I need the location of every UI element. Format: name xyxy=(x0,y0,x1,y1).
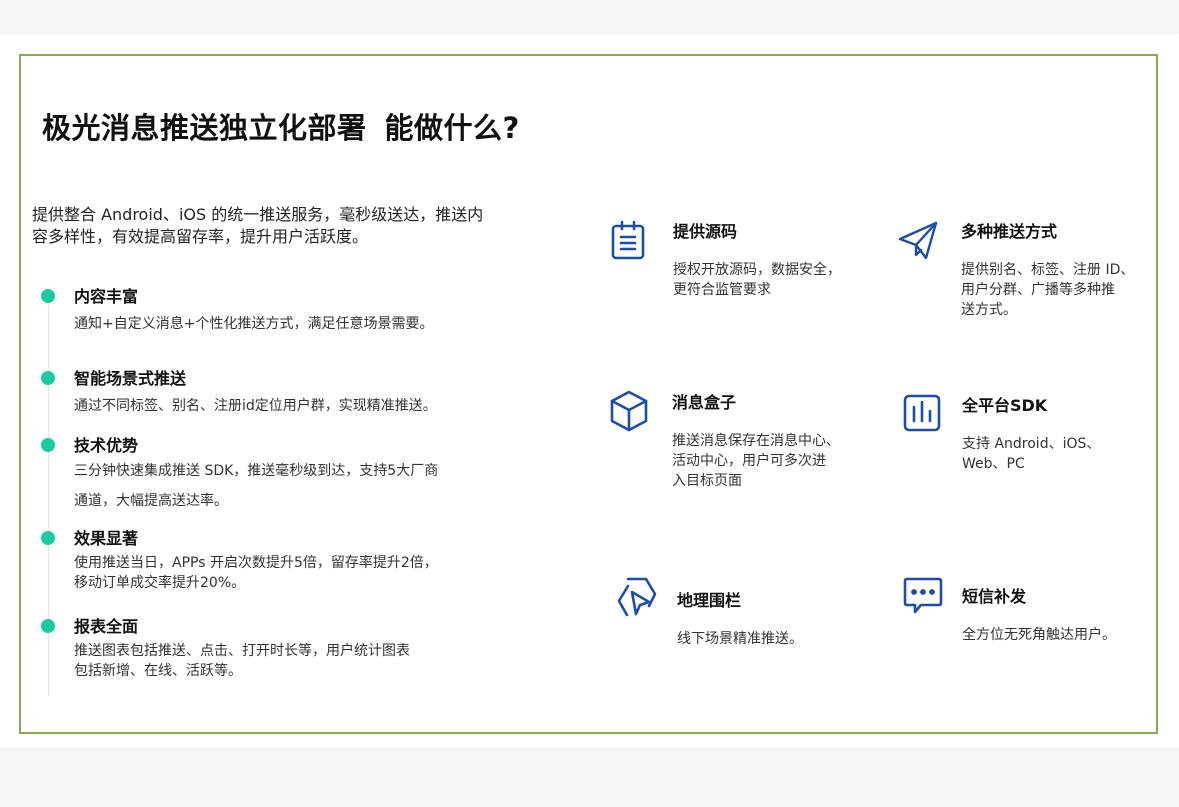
intro-line-1: 提供整合 Android、iOS 的统一推送服务，毫秒级送达，推送内 xyxy=(32,205,484,224)
card-title: 地理围栏 xyxy=(677,591,742,610)
timeline-dot xyxy=(41,531,55,545)
card-description-line: 活动中心，用户可多次进 xyxy=(672,453,826,469)
card-description: 全方位无死角触达用户。 xyxy=(962,625,1116,645)
feature-description: 推送图表包括推送、点击、打开时长等，用户统计图表 包括新增、在线、活跃等。 xyxy=(74,641,514,681)
intro-line-2: 容多样性，有效提高留存率，提升用户活跃度。 xyxy=(32,227,369,246)
feature-description-line: 通过不同标签、别名、注册id定位用户群，实现精准推送。 xyxy=(74,398,437,414)
timeline-dot xyxy=(41,619,55,633)
card-description-line: 授权开放源码，数据安全， xyxy=(673,262,841,278)
feature-description: 使用推送当日，APPs 开启次数提升5倍，留存率提升2倍， 移动订单成交率提升2… xyxy=(74,553,514,593)
feature-description: 三分钟快速集成推送 SDK，推送毫秒级到达，支持5大厂商 通道，大幅提高送达率。 xyxy=(74,456,514,516)
chat-bubble-icon xyxy=(901,574,945,618)
feature-description-line: 通道，大幅提高送达率。 xyxy=(74,493,228,509)
card-title: 多种推送方式 xyxy=(961,222,1058,241)
clipboard-list-icon xyxy=(608,218,652,262)
feature-timeline-line xyxy=(48,296,49,696)
card-title: 提供源码 xyxy=(673,222,738,241)
card-description: 提供别名、标签、注册 ID、 用户分群、广播等多种推 送方式。 xyxy=(961,260,1134,320)
card-description-line: Web、PC xyxy=(962,456,1025,472)
card-description-line: 支持 Android、iOS、 xyxy=(962,436,1101,452)
card-description-line: 提供别名、标签、注册 ID、 xyxy=(961,262,1135,278)
feature-description: 通知+自定义消息+个性化推送方式，满足任意场景需要。 xyxy=(74,313,514,333)
card-description: 支持 Android、iOS、 Web、PC xyxy=(962,434,1100,474)
timeline-dot xyxy=(41,371,55,385)
feature-title: 智能场景式推送 xyxy=(74,369,187,388)
card-description-line: 入目标页面 xyxy=(672,473,742,489)
feature-title: 技术优势 xyxy=(74,436,139,455)
card-title: 消息盒子 xyxy=(672,393,737,412)
card-description-line: 更符合监管要求 xyxy=(673,282,771,298)
page-title-question: 能做什么? xyxy=(384,111,520,145)
page: 极光消息推送独立化部署 能做什么? 提供整合 Android、iOS 的统一推送服… xyxy=(0,34,1179,748)
feature-description-line: 包括新增、在线、活跃等。 xyxy=(74,663,242,679)
feature-title: 报表全面 xyxy=(74,617,139,636)
card-description: 授权开放源码，数据安全， 更符合监管要求 xyxy=(673,260,841,300)
card-description: 推送消息保存在消息中心、 活动中心，用户可多次进 入目标页面 xyxy=(672,431,840,491)
feature-title: 内容丰富 xyxy=(74,287,139,306)
feature-title: 效果显著 xyxy=(74,529,139,548)
card-description-line: 推送消息保存在消息中心、 xyxy=(672,433,840,449)
feature-description-line: 移动订单成交率提升20%。 xyxy=(74,575,246,591)
card-description-line: 送方式。 xyxy=(961,302,1017,318)
cube-icon xyxy=(607,389,651,433)
feature-description-line: 三分钟快速集成推送 SDK，推送毫秒级到达，支持5大厂商 xyxy=(74,463,439,479)
card-description: 线下场景精准推送。 xyxy=(677,629,803,649)
feature-description-line: 使用推送当日，APPs 开启次数提升5倍，留存率提升2倍， xyxy=(74,555,438,571)
paper-plane-icon xyxy=(896,218,940,262)
page-title-main: 极光消息推送独立化部署 xyxy=(42,111,367,145)
timeline-dot xyxy=(41,289,55,303)
card-title: 全平台SDK xyxy=(962,396,1048,415)
card-description-line: 用户分群、广播等多种推 xyxy=(961,282,1115,298)
feature-description: 通过不同标签、别名、注册id定位用户群，实现精准推送。 xyxy=(74,395,514,415)
feature-description-line: 推送图表包括推送、点击、打开时长等，用户统计图表 xyxy=(74,643,410,659)
card-description-line: 线下场景精准推送。 xyxy=(677,631,803,647)
feature-description-line: 通知+自定义消息+个性化推送方式，满足任意场景需要。 xyxy=(74,316,434,332)
card-title: 短信补发 xyxy=(962,587,1027,606)
intro-text: 提供整合 Android、iOS 的统一推送服务，毫秒级送达，推送内 容多样性，… xyxy=(32,204,562,248)
geofence-icon xyxy=(613,576,657,620)
timeline-dot xyxy=(41,438,55,452)
card-description-line: 全方位无死角触达用户。 xyxy=(962,627,1116,643)
content-frame: 极光消息推送独立化部署 能做什么? 提供整合 Android、iOS 的统一推送服… xyxy=(19,54,1158,734)
page-title: 极光消息推送独立化部署 能做什么? xyxy=(42,105,520,147)
bar-chart-icon xyxy=(901,392,945,436)
